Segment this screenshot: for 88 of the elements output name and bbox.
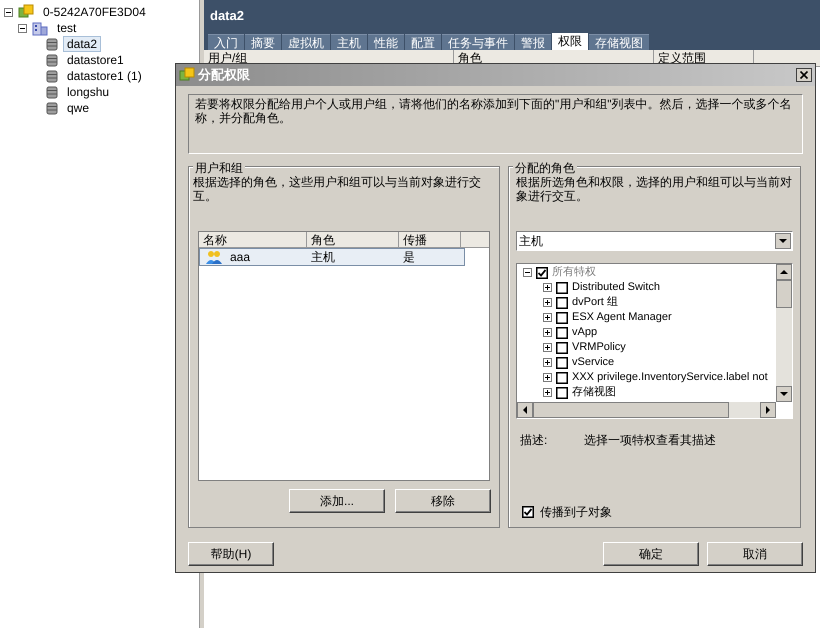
expand-icon[interactable] xyxy=(543,283,552,292)
column-header[interactable]: 名称 xyxy=(199,232,307,247)
tab[interactable]: 权限 xyxy=(552,33,588,50)
tree-item[interactable]: qwe xyxy=(63,100,94,116)
group-title: 用户和组 xyxy=(193,159,245,177)
tree-item[interactable]: 0-5242A70FE3D04 xyxy=(39,4,150,20)
database-icon xyxy=(46,100,58,116)
tree-item[interactable]: test xyxy=(53,20,80,36)
expand-icon[interactable] xyxy=(543,328,552,337)
database-icon xyxy=(46,36,58,52)
add-button[interactable]: 添加... xyxy=(289,489,385,513)
header-title: data2 xyxy=(209,7,245,25)
checkbox-label[interactable]: 传播到子对象 xyxy=(540,503,612,521)
expand-icon[interactable] xyxy=(543,358,552,367)
vertical-scrollbar[interactable] xyxy=(776,264,792,402)
scroll-right-icon[interactable] xyxy=(760,402,776,418)
group-description: 根据选择的角色，这些用户和组可以与当前对象进行交互。 xyxy=(193,175,482,205)
tab[interactable]: 任务与事件 xyxy=(442,34,514,50)
server-icon xyxy=(179,67,195,83)
expand-icon[interactable] xyxy=(543,373,552,382)
checkbox[interactable] xyxy=(556,282,568,294)
privilege-item[interactable]: XXX privilege.InventoryService.label not xyxy=(572,370,768,385)
column-header[interactable]: 传播 xyxy=(399,232,461,247)
checkbox[interactable] xyxy=(556,296,568,308)
checkbox[interactable] xyxy=(556,386,568,398)
role-dropdown[interactable]: 主机 xyxy=(516,231,793,251)
expand-icon[interactable] xyxy=(543,298,552,307)
privilege-item[interactable]: VRMPolicy xyxy=(572,340,626,355)
tab[interactable]: 配置 xyxy=(405,34,441,50)
remove-button[interactable]: 移除 xyxy=(395,489,491,513)
scroll-up-icon[interactable] xyxy=(776,264,792,280)
tab[interactable]: 主机 xyxy=(331,34,367,50)
checkbox[interactable] xyxy=(536,266,548,278)
checkbox[interactable] xyxy=(556,372,568,384)
tree-item[interactable]: datastore1 xyxy=(63,52,128,68)
description-label: 描述: xyxy=(520,432,548,449)
privilege-item[interactable]: 存储视图 xyxy=(572,385,616,400)
table-cell-text: 是 xyxy=(402,249,416,266)
privilege-item[interactable]: dvPort 组 xyxy=(572,295,618,310)
tab[interactable]: 摘要 xyxy=(245,34,281,50)
tree-item[interactable]: datastore1 (1) xyxy=(63,68,146,84)
database-icon xyxy=(46,52,58,68)
description-text: 选择一项特权查看其描述 xyxy=(584,432,716,449)
scroll-thumb[interactable] xyxy=(776,280,792,308)
scroll-left-icon[interactable] xyxy=(517,402,533,418)
tree-item[interactable]: longshu xyxy=(63,84,114,100)
checkbox[interactable] xyxy=(556,312,568,324)
checkbox[interactable] xyxy=(556,326,568,338)
tab[interactable]: 入门 xyxy=(208,34,244,50)
horizontal-scrollbar[interactable] xyxy=(517,402,776,418)
checkbox[interactable] xyxy=(522,506,534,518)
privilege-item[interactable]: 所有特权 xyxy=(552,265,596,280)
tab[interactable]: 性能 xyxy=(368,34,404,50)
checkbox[interactable] xyxy=(556,356,568,368)
cancel-button[interactable]: 取消 xyxy=(707,542,803,566)
privilege-item[interactable]: vApp xyxy=(572,325,598,340)
dialog-title: 分配权限 xyxy=(198,66,250,84)
intro-text: 若要将权限分配给用户个人或用户组，请将他们的名称添加到下面的"用户和组"列表中。然后，选择一个或多个名称，并分配角色。 xyxy=(195,97,793,125)
privilege-item[interactable]: vService xyxy=(572,355,614,370)
table-cell-text: 主机 xyxy=(310,249,336,266)
scroll-down-icon[interactable] xyxy=(776,386,792,402)
building-icon xyxy=(32,20,48,36)
close-icon[interactable] xyxy=(796,68,812,82)
tree-item[interactable]: data2 xyxy=(63,36,102,52)
collapse-icon[interactable] xyxy=(18,24,27,32)
database-icon xyxy=(46,84,58,100)
table-cell-text: aaa xyxy=(230,249,250,266)
database-icon xyxy=(46,68,58,84)
server-icon xyxy=(18,4,34,20)
tab[interactable]: 存储视图 xyxy=(589,34,649,50)
expand-icon[interactable] xyxy=(543,388,552,397)
collapse-icon[interactable] xyxy=(4,8,13,16)
expand-icon[interactable] xyxy=(543,313,552,322)
checkbox[interactable] xyxy=(556,342,568,354)
expand-icon[interactable] xyxy=(543,343,552,352)
scroll-thumb[interactable] xyxy=(533,402,729,418)
column-header[interactable]: 角色 xyxy=(307,232,399,247)
table-row[interactable]: aaa 主机 是 xyxy=(199,248,465,266)
privilege-item[interactable]: Distributed Switch xyxy=(572,280,660,295)
collapse-icon[interactable] xyxy=(523,268,532,277)
tab[interactable]: 虚拟机 xyxy=(282,34,330,50)
group-description: 根据所选角色和权限，选择的用户和组可以与当前对象进行交互。 xyxy=(516,175,793,205)
privilege-item[interactable]: ESX Agent Manager xyxy=(572,310,672,325)
help-button[interactable]: 帮助(H) xyxy=(188,542,274,566)
group-title: 分配的角色 xyxy=(513,159,577,177)
tab[interactable]: 警报 xyxy=(515,34,551,50)
users-icon xyxy=(206,250,222,264)
ok-button[interactable]: 确定 xyxy=(603,542,699,566)
